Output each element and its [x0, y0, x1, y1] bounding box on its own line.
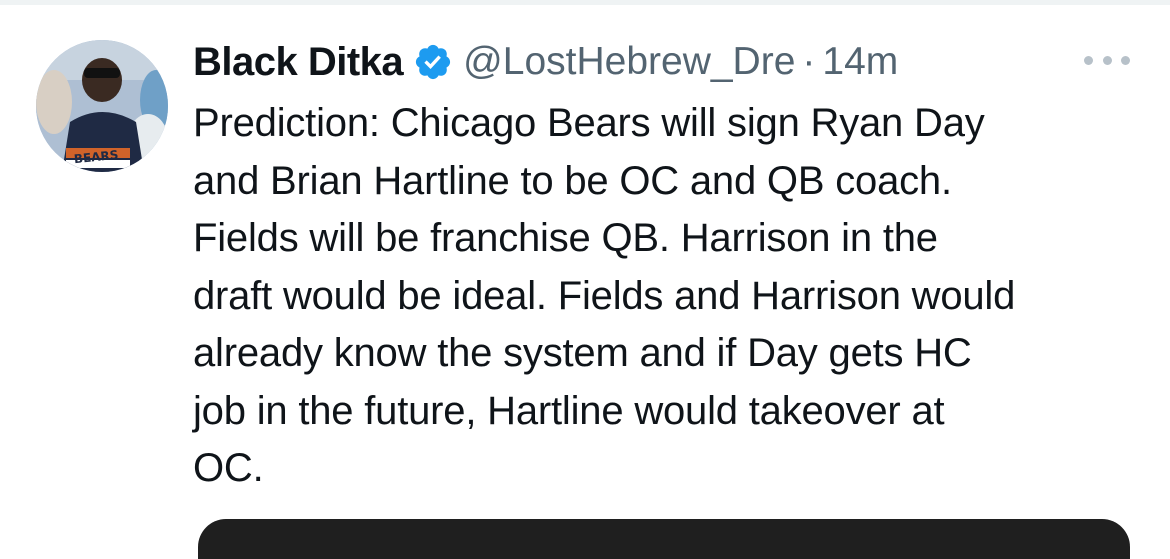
- verified-badge-icon: [416, 44, 451, 80]
- author-handle[interactable]: @LostHebrew_Dre: [463, 40, 795, 84]
- tweet-text-line: OC.: [193, 446, 264, 490]
- tweet-text-line: already know the system and if Day gets …: [193, 331, 972, 375]
- top-divider: [0, 0, 1170, 5]
- avatar[interactable]: BEARS: [36, 40, 168, 172]
- tweet-timestamp[interactable]: 14m: [822, 40, 898, 84]
- tweet-text-line: Prediction: Chicago Bears will sign Ryan…: [193, 101, 985, 145]
- tweet-text-line: Fields will be franchise QB. Harrison in…: [193, 216, 938, 260]
- author-name[interactable]: Black Ditka: [193, 40, 404, 85]
- tweet-text-line: job in the future, Hartline would takeov…: [193, 388, 945, 433]
- tweet-header: Black Ditka @LostHebrew_Dre · 14m: [193, 34, 898, 90]
- more-dot: [1121, 55, 1130, 65]
- tweet-text: Prediction: Chicago Bears will sign Ryan…: [193, 95, 1153, 498]
- header-separator: ·: [802, 40, 816, 83]
- avatar-image: BEARS: [36, 40, 168, 172]
- tweet-text-line: and Brian Hartline to be OC and QB coach…: [193, 158, 952, 203]
- more-dot: [1102, 55, 1112, 65]
- tweet-media-preview[interactable]: [198, 519, 1130, 559]
- more-dot: [1084, 55, 1093, 65]
- tweet-text-line: draft would be ideal. Fields and Harriso…: [193, 273, 1016, 318]
- more-options-icon[interactable]: [1084, 50, 1130, 70]
